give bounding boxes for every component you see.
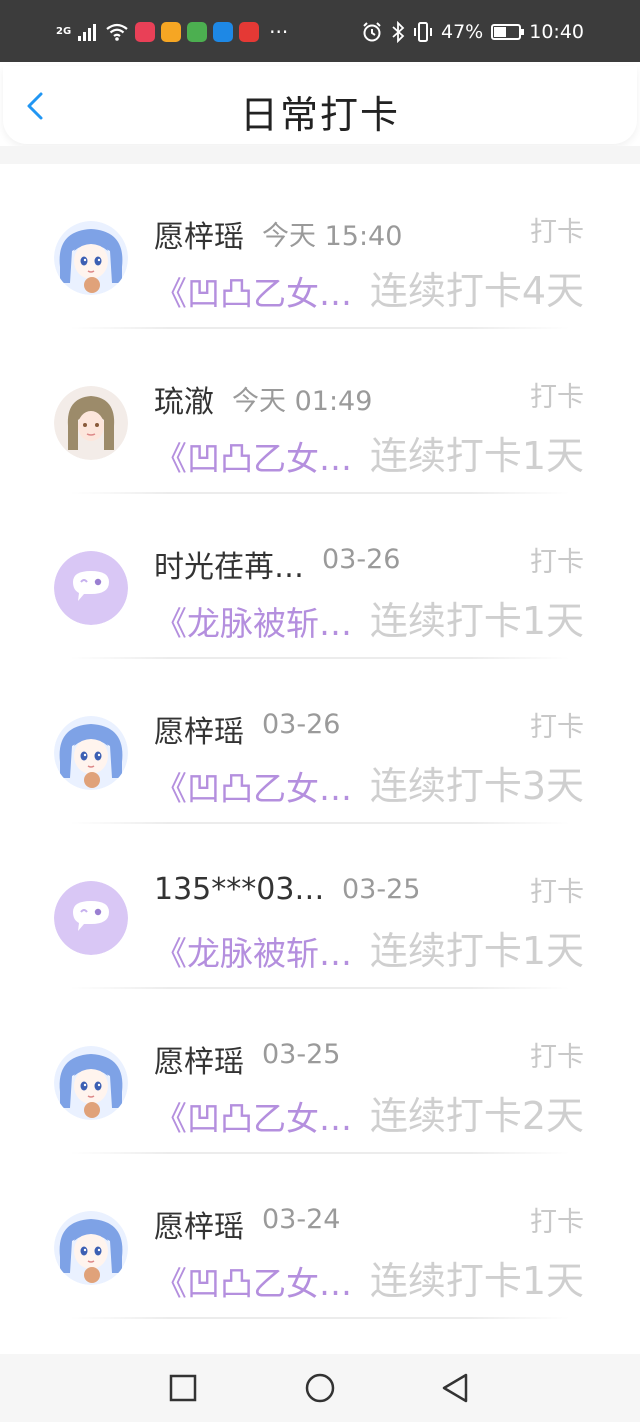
clock: 10:40 [529,21,584,43]
user-name: 愿梓瑶 [154,1210,244,1245]
app-icon-3 [187,22,208,42]
action-label: 打卡 [530,1207,584,1238]
avatar[interactable] [54,1046,128,1120]
book-title-link[interactable]: 《凹凸乙女… [154,1092,352,1140]
book-title-link[interactable]: 《凹凸乙女… [154,762,352,810]
page-title: 日常打卡 [239,93,400,137]
status-right: 47% 10:40 [361,18,584,46]
checkin-item[interactable]: 琉澈 今天 01:49 打卡《凹凸乙女… 连续打卡1天 [0,329,640,494]
square-icon [169,1374,197,1402]
checkin-item[interactable]: 愿梓瑶 今天 15:40 打卡《凹凸乙女… 连续打卡4天 [0,164,640,329]
checkin-item[interactable]: 愿梓瑶 03-24 打卡《凹凸乙女… 连续打卡1天 [0,1154,640,1319]
checkin-list: 愿梓瑶 今天 15:40 打卡 《凹凸乙女… 连续打卡4天 琉澈 今天 01:49 打卡 《凹凸… [0,164,640,1319]
circle-icon [305,1373,335,1403]
divider [70,1317,570,1319]
checkin-item[interactable]: 愿梓瑶 03-26 打卡《凹凸乙女… 连续打卡3天 [0,659,640,824]
book-title-link[interactable]: 《凹凸乙女… [154,432,352,480]
checkin-time: 03-24 [262,1204,341,1235]
huawei-app-icon [239,22,260,42]
app-icon-1 [135,22,156,42]
checkin-time: 03-26 [322,544,401,575]
action-label: 打卡 [530,217,584,248]
avatar[interactable] [54,551,128,625]
avatar[interactable] [54,386,128,460]
streak-label: 连续打卡1天 [369,599,584,643]
streak-label: 连续打卡3天 [369,764,584,808]
status-left: 2G ··· [56,18,288,46]
battery-percent: 47% [441,21,484,43]
signal-icon [78,24,97,41]
system-nav-bar [0,1354,640,1422]
checkin-item[interactable]: 135***03… 03-25 打卡《龙脉被斩… 连续打卡1天 [0,824,640,989]
book-title-link[interactable]: 《凹凸乙女… [154,1257,352,1305]
checkin-time: 03-25 [262,1039,341,1070]
streak-label: 连续打卡2天 [369,1094,584,1138]
battery-icon [491,24,525,40]
book-title-link[interactable]: 《龙脉被斩… [154,597,352,645]
status-bar: 2G ··· 47% 10:40 [0,0,640,62]
more-notifications-icon: ··· [269,20,289,44]
user-name: 愿梓瑶 [154,220,244,255]
app-header: 日常打卡 [3,66,637,144]
action-label: 打卡 [530,547,584,578]
checkin-item[interactable]: 愿梓瑶 03-25 打卡《凹凸乙女… 连续打卡2天 [0,989,640,1154]
user-name: 时光荏苒… [154,550,304,585]
wifi-icon [106,23,128,41]
book-title-link[interactable]: 《凹凸乙女… [154,267,352,315]
bluetooth-icon [392,21,405,43]
action-label: 打卡 [530,1042,584,1073]
checkin-item[interactable]: 时光荏苒… 03-26 打卡《龙脉被斩… 连续打卡1天 [0,494,640,659]
checkin-time: 03-25 [342,874,421,905]
user-name: 琉澈 [154,385,214,420]
checkin-time: 03-26 [262,709,341,740]
home-button[interactable] [302,1370,338,1406]
action-label: 打卡 [530,877,584,908]
streak-label: 连续打卡1天 [369,929,584,973]
alarm-icon [363,22,381,42]
streak-label: 连续打卡4天 [369,269,584,313]
avatar[interactable] [54,1211,128,1285]
streak-label: 连续打卡1天 [369,434,584,478]
streak-label: 连续打卡1天 [369,1259,584,1303]
user-name: 135***03… [154,872,325,907]
checkin-time: 今天 01:49 [232,386,373,417]
back-nav-button[interactable] [438,1370,474,1406]
header-spacer [0,146,640,164]
notification-app-icons [135,22,260,42]
book-title-link[interactable]: 《龙脉被斩… [154,927,352,975]
user-name: 愿梓瑶 [154,715,244,750]
network-type: 2G [56,26,72,37]
checkin-time: 今天 15:40 [262,221,403,252]
avatar[interactable] [54,881,128,955]
user-name: 愿梓瑶 [154,1045,244,1080]
search-app-icon [213,22,234,42]
app-icon-2 [161,22,182,42]
action-label: 打卡 [530,712,584,743]
avatar[interactable] [54,221,128,295]
triangle-back-icon [442,1373,468,1403]
vibrate-icon [414,22,432,42]
avatar[interactable] [54,716,128,790]
recent-apps-button[interactable] [165,1370,201,1406]
action-label: 打卡 [530,382,584,413]
